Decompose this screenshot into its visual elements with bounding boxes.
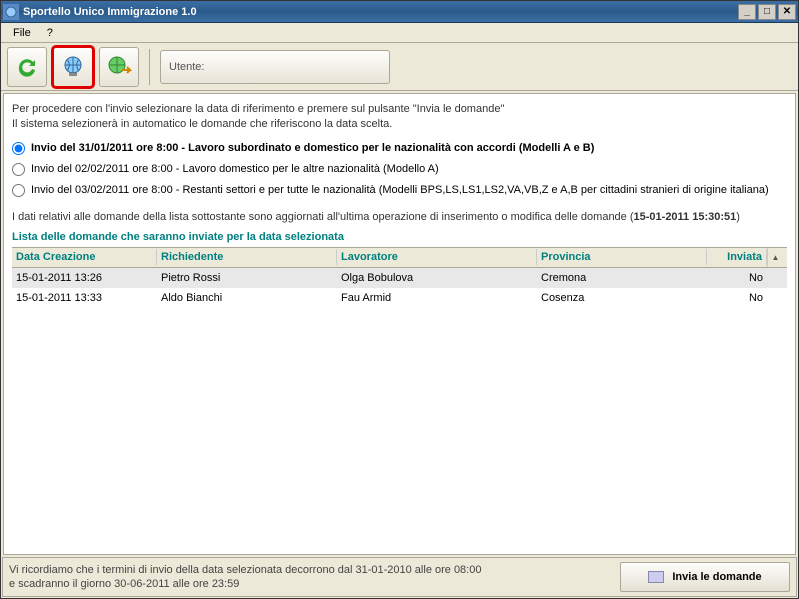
cell-lavoratore: Fau Armid [337,290,537,306]
menu-file[interactable]: File [5,25,39,41]
send-requests-button[interactable]: Invia le domande [620,562,790,592]
col-richiedente[interactable]: Richiedente [157,249,337,265]
cell-provincia: Cosenza [537,290,707,306]
footer-reminder: Vi ricordiamo che i termini di invio del… [9,563,610,592]
cell-inviata: No [707,290,767,306]
send-button-label: Invia le domande [672,571,761,583]
requests-table: Data Creazione Richiedente Lavoratore Pr… [12,247,787,308]
minimize-button[interactable]: _ [738,4,756,20]
note-timestamp: 15-01-2011 15:30:51 [634,211,737,223]
cell-data-creazione: 15-01-2011 13:26 [12,270,157,286]
option-radio-1[interactable] [12,163,25,176]
scroll-up-icon[interactable]: ▲ [767,248,783,267]
user-label: Utente: [169,61,204,73]
maximize-button[interactable]: □ [758,4,776,20]
refresh-button[interactable] [7,47,47,87]
option-label-1: Invio del 02/02/2011 ore 8:00 - Lavoro d… [31,163,439,175]
col-lavoratore[interactable]: Lavoratore [337,249,537,265]
cell-provincia: Cremona [537,270,707,286]
col-inviata[interactable]: Inviata [707,249,767,265]
instructions: Per procedere con l'invio selezionare la… [12,102,787,132]
user-field[interactable] [208,61,368,73]
reminder-line-2: e scadranno il giorno 30-06-2011 alle or… [9,577,610,591]
world-send-button[interactable] [99,47,139,87]
option-row-1[interactable]: Invio del 02/02/2011 ore 8:00 - Lavoro d… [12,159,787,180]
world-send-icon [106,54,132,80]
cell-richiedente: Aldo Bianchi [157,290,337,306]
globe-icon [60,54,86,80]
footer-bar: Vi ricordiamo che i termini di invio del… [2,557,797,597]
app-icon [3,4,19,20]
instruction-line-2: Il sistema selezionerà in automatico le … [12,117,787,132]
option-radio-2[interactable] [12,184,25,197]
window-buttons: _ □ ✕ [738,4,796,20]
cell-inviata: No [707,270,767,286]
note-suffix: ) [736,211,740,223]
menu-help[interactable]: ? [39,25,61,41]
refresh-icon [15,55,39,79]
cell-lavoratore: Olga Bobulova [337,270,537,286]
col-data-creazione[interactable]: Data Creazione [12,249,157,265]
table-header: Data Creazione Richiedente Lavoratore Pr… [12,248,787,268]
menu-bar: File ? [1,23,798,43]
window-title: Sportello Unico Immigrazione 1.0 [23,6,738,18]
option-row-2[interactable]: Invio del 03/02/2011 ore 8:00 - Restanti… [12,180,787,201]
option-label-2: Invio del 03/02/2011 ore 8:00 - Restanti… [31,184,769,196]
content-panel: Per procedere con l'invio selezionare la… [3,93,796,555]
toolbar-divider [149,49,150,85]
close-button[interactable]: ✕ [778,4,796,20]
col-provincia[interactable]: Provincia [537,249,707,265]
option-row-0[interactable]: Invio del 31/01/2011 ore 8:00 - Lavoro s… [12,138,787,159]
table-row[interactable]: 15-01-2011 13:26 Pietro Rossi Olga Bobul… [12,268,787,288]
option-radio-0[interactable] [12,142,25,155]
user-box: Utente: [160,50,390,84]
globe-button[interactable] [53,47,93,87]
option-label-0: Invio del 31/01/2011 ore 8:00 - Lavoro s… [31,142,594,154]
table-row[interactable]: 15-01-2011 13:33 Aldo Bianchi Fau Armid … [12,288,787,308]
reminder-line-1: Vi ricordiamo che i termini di invio del… [9,563,610,577]
cell-data-creazione: 15-01-2011 13:33 [12,290,157,306]
toolbar: Utente: [1,43,798,91]
note-prefix: I dati relativi alle domande della lista… [12,211,634,223]
instruction-line-1: Per procedere con l'invio selezionare la… [12,102,787,117]
cell-richiedente: Pietro Rossi [157,270,337,286]
list-title: Lista delle domande che saranno inviate … [12,231,787,243]
title-bar: Sportello Unico Immigrazione 1.0 _ □ ✕ [1,1,798,23]
update-note: I dati relativi alle domande della lista… [12,211,787,223]
send-icon [648,571,664,583]
